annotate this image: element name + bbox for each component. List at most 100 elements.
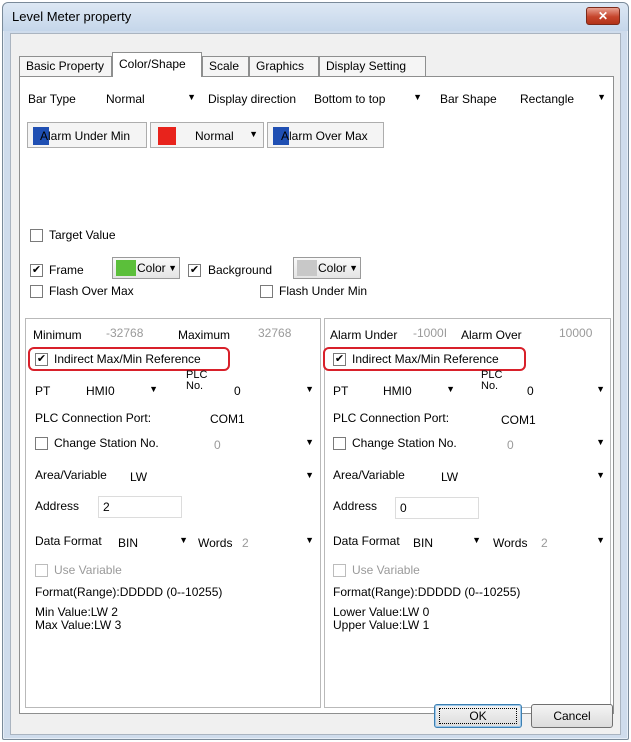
tab-display-setting[interactable]: Display Setting (319, 56, 426, 76)
alarm-under-min-color[interactable]: Alarm Under Min (27, 122, 147, 148)
background-label: Background (208, 263, 273, 277)
frame-checkbox[interactable]: ✔ (30, 264, 43, 277)
pt-select[interactable]: HMI0 ▼ (383, 381, 463, 401)
upper-value-text: Upper Value:LW 1 (333, 618, 430, 632)
color-shape-panel: Bar Type Normal ▼ Display direction Bott… (19, 76, 614, 714)
pt-label: PT (333, 384, 349, 398)
change-station-checkbox[interactable] (35, 437, 48, 450)
pt-value: HMI0 (383, 384, 412, 398)
pt-select[interactable]: HMI0 ▼ (86, 381, 166, 401)
alarm-under-label: Alarm Under (330, 328, 398, 342)
close-button[interactable]: ✕ (586, 7, 620, 25)
flash-over-max-checkbox[interactable] (30, 285, 43, 298)
tab-graphics[interactable]: Graphics (249, 56, 319, 76)
address-input[interactable]: 0 (395, 497, 479, 519)
display-direction-select[interactable]: Bottom to top ▼ (310, 89, 424, 109)
change-station-label: Change Station No. (54, 436, 159, 450)
data-format-label: Data Format (333, 534, 400, 548)
area-variable-select[interactable]: LW ▼ (437, 467, 607, 487)
chevron-down-icon: ▼ (596, 535, 605, 545)
area-variable-value: LW (441, 470, 459, 484)
frame-color-swatch (116, 260, 136, 276)
background-checkbox[interactable]: ✔ (188, 264, 201, 277)
frame-color-label: Color (137, 261, 166, 275)
words-select[interactable]: 2 ▼ (238, 532, 316, 552)
max-value-text: Max Value:LW 3 (35, 618, 122, 632)
chevron-down-icon: ▼ (596, 470, 605, 480)
format-range-text: Format(Range):DDDDD (0--10255) (35, 585, 223, 599)
alarm-group: Alarm Under -1000I Alarm Over 10000 ✔ In… (323, 318, 611, 708)
frame-label: Frame (49, 263, 84, 277)
chevron-down-icon: ▼ (446, 384, 455, 394)
data-format-select[interactable]: BIN ▼ (413, 532, 483, 552)
data-format-label: Data Format (35, 534, 102, 548)
indirect-minmax-checkbox[interactable]: ✔ (35, 353, 48, 366)
focus-rect (439, 708, 517, 724)
plc-connection-port-value: COM1 (501, 413, 536, 427)
chevron-down-icon: ▼ (305, 535, 314, 545)
alarm-over-max-color[interactable]: Alarm Over Max (267, 122, 384, 148)
chevron-down-icon: ▼ (249, 129, 258, 139)
plc-no-select[interactable]: 0 ▼ (519, 381, 607, 401)
change-station-label: Change Station No. (352, 436, 457, 450)
window-title: Level Meter property (12, 9, 132, 24)
plc-no-label-line2: No. (481, 380, 499, 392)
tab-color-shape[interactable]: Color/Shape (112, 52, 202, 77)
indirect-alarm-checkbox[interactable]: ✔ (333, 353, 346, 366)
maximum-label: Maximum (178, 328, 231, 342)
use-variable-checkbox[interactable] (35, 564, 48, 577)
ok-button[interactable]: OK (434, 704, 522, 728)
alarm-over-max-label: Alarm Over Max (281, 129, 368, 143)
chevron-down-icon: ▼ (168, 263, 177, 273)
words-value: 2 (242, 536, 249, 550)
use-variable-label: Use Variable (54, 563, 122, 577)
bar-shape-select[interactable]: Rectangle ▼ (516, 89, 608, 109)
background-color-swatch (297, 260, 317, 276)
chevron-down-icon: ▼ (597, 92, 606, 102)
cancel-button[interactable]: Cancel (531, 704, 613, 728)
normal-color-select[interactable]: Normal ▼ (150, 122, 264, 148)
title-bar[interactable]: Level Meter property ✕ (3, 3, 628, 31)
plc-connection-port-value: COM1 (210, 412, 245, 426)
bar-type-select[interactable]: Normal ▼ (102, 89, 198, 109)
plc-no-label-line2: No. (186, 380, 204, 392)
words-value: 2 (541, 536, 548, 550)
chevron-down-icon: ▼ (187, 92, 196, 102)
plc-connection-port-label: PLC Connection Port: (35, 411, 152, 425)
bar-shape-label: Bar Shape (440, 92, 497, 106)
background-color-button[interactable]: Color ▼ (293, 257, 361, 279)
area-variable-select[interactable]: LW ▼ (126, 467, 316, 487)
flash-under-min-checkbox[interactable] (260, 285, 273, 298)
chevron-down-icon: ▼ (349, 263, 358, 273)
chevron-down-icon: ▼ (305, 384, 314, 394)
display-direction-label: Display direction (208, 92, 297, 106)
data-format-select[interactable]: BIN ▼ (118, 532, 190, 552)
data-format-value: BIN (118, 536, 139, 550)
address-label: Address (333, 499, 378, 513)
area-variable-value: LW (130, 470, 148, 484)
format-range-text: Format(Range):DDDDD (0--10255) (333, 585, 521, 599)
station-no-select[interactable]: 0 ▼ (202, 434, 316, 454)
flash-under-min-label: Flash Under Min (279, 284, 368, 298)
words-label: Words (198, 536, 233, 550)
plc-no-select[interactable]: 0 ▼ (224, 381, 316, 401)
indirect-minmax-label: Indirect Max/Min Reference (54, 352, 201, 366)
chevron-down-icon: ▼ (305, 437, 314, 447)
station-no-select[interactable]: 0 ▼ (497, 434, 607, 454)
alarm-over-label: Alarm Over (461, 328, 522, 342)
words-select[interactable]: 2 ▼ (537, 532, 607, 552)
alarm-under-min-label: Alarm Under Min (40, 129, 131, 143)
address-input[interactable]: 2 (98, 496, 182, 518)
chevron-down-icon: ▼ (596, 384, 605, 394)
target-value-checkbox[interactable] (30, 229, 43, 242)
normal-swatch (158, 127, 176, 145)
lower-value-text: Lower Value:LW 0 (333, 605, 430, 619)
frame-color-button[interactable]: Color ▼ (112, 257, 180, 279)
use-variable-checkbox[interactable] (333, 564, 346, 577)
tab-scale[interactable]: Scale (202, 56, 249, 76)
words-label: Words (493, 536, 528, 550)
change-station-checkbox[interactable] (333, 437, 346, 450)
tab-basic-property[interactable]: Basic Property (19, 56, 112, 76)
dialog-client-area: Basic Property Color/Shape Scale Graphic… (10, 33, 621, 735)
maximum-value: 32768 (258, 326, 292, 340)
